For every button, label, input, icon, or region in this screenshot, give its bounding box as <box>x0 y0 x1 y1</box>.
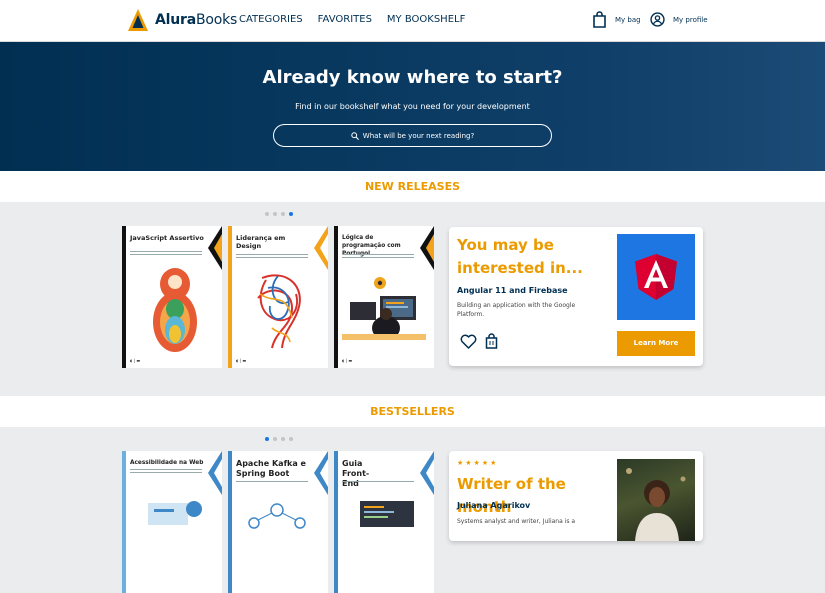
nav-categories[interactable]: CATEGORIES <box>239 14 303 25</box>
main-nav: CATEGORIES FAVORITES MY BOOKSHELF <box>239 14 465 25</box>
carousel-dot[interactable] <box>273 437 277 441</box>
learn-more-button[interactable]: Learn More <box>617 331 695 356</box>
recommended-book-description: Building an application with the Google … <box>457 302 576 318</box>
book-cover-lideranca-em-design[interactable]: Liderança em Design ◖ | ▬ <box>228 226 328 368</box>
cover-corner-decoration <box>420 226 434 270</box>
search-input[interactable]: What will be your next reading? <box>273 124 552 147</box>
logo-icon <box>128 9 148 31</box>
carousel-dot[interactable] <box>289 437 293 441</box>
book-subtitle-lines <box>236 254 308 260</box>
search-placeholder: What will be your next reading? <box>362 131 475 140</box>
new-releases-heading: NEW RELEASES <box>0 171 825 202</box>
book-spine <box>122 226 126 368</box>
book-spine <box>228 451 232 593</box>
abstract-head-illustration <box>257 274 301 349</box>
nav-my-bookshelf[interactable]: MY BOOKSHELF <box>387 14 465 25</box>
book-subtitle-lines <box>342 254 414 260</box>
my-profile-button[interactable]: My profile <box>650 11 708 28</box>
hero-banner: Already know where to start? Find in our… <box>0 42 825 171</box>
accessibility-illustration <box>148 501 202 525</box>
bestsellers-heading: BESTSELLERS <box>0 396 825 427</box>
book-cover-javascript-assertivo[interactable]: JavaScript Assertivo ◖ | ▬ <box>122 226 222 368</box>
new-releases-carousel-dots <box>265 212 293 216</box>
book-spine <box>334 226 338 368</box>
cover-corner-decoration <box>314 226 328 270</box>
heart-icon[interactable] <box>460 334 477 349</box>
brand-name: AluraBooks <box>155 12 238 28</box>
book-title: JavaScript Assertivo <box>130 234 204 242</box>
writer-photo <box>617 459 695 541</box>
carousel-dot-active[interactable] <box>265 437 269 441</box>
bag-icon <box>593 11 606 28</box>
programmer-desk-illustration <box>342 277 426 340</box>
bestsellers-carousel-dots <box>265 437 293 441</box>
carousel-dot[interactable] <box>281 437 285 441</box>
book-spine <box>122 451 126 593</box>
book-cover-guia-front-end[interactable]: Guia Front-End <box>334 451 434 593</box>
book-cover-apache-kafka[interactable]: Apache Kafka e Spring Boot <box>228 451 328 593</box>
my-bag-button[interactable]: My bag <box>592 11 641 28</box>
my-bag-label: My bag <box>615 15 641 24</box>
hero-title: Already know where to start? <box>262 67 563 88</box>
angular-logo-icon <box>635 254 677 300</box>
recommended-book-name: Angular 11 and Firebase <box>457 286 568 295</box>
book-title: Liderança em Design <box>236 234 286 250</box>
carousel-dot[interactable] <box>273 212 277 216</box>
writer-portrait-illustration <box>626 468 686 541</box>
carousel-dot-active[interactable] <box>289 212 293 216</box>
hero-subtitle: Find in our bookshelf what you need for … <box>295 102 530 111</box>
writer-name: Juliana Agarikov <box>457 501 531 510</box>
my-profile-label: My profile <box>673 15 708 24</box>
carousel-dot[interactable] <box>281 212 285 216</box>
top-header: AluraBooks CATEGORIES FAVORITES MY BOOKS… <box>0 0 825 42</box>
book-subtitle-lines <box>236 481 308 487</box>
book-title: Apache Kafka e Spring Boot <box>236 459 306 478</box>
code-editor-illustration <box>360 501 414 527</box>
book-cover-logica-de-programacao[interactable]: Lógica de programação com Portugol ◖ | ▬ <box>334 226 434 368</box>
carousel-dot[interactable] <box>265 212 269 216</box>
book-title: Acessibilidade na Web <box>130 460 204 466</box>
brand-logo[interactable]: AluraBooks <box>128 9 237 31</box>
nav-favorites[interactable]: FAVORITES <box>318 14 372 25</box>
recommendation-card: You may be interested in... Angular 11 a… <box>449 227 703 366</box>
cover-corner-decoration <box>208 451 222 495</box>
recommendation-heading: You may be interested in... <box>457 236 583 277</box>
publisher-logo: ◖ | ▬ <box>236 358 247 363</box>
cover-corner-decoration <box>420 451 434 495</box>
search-icon <box>351 131 359 140</box>
bag-icon[interactable] <box>485 333 498 349</box>
cover-corner-decoration <box>208 226 222 270</box>
profile-icon <box>650 12 665 27</box>
angular-book-cover[interactable] <box>617 234 695 320</box>
writer-description: Systems analyst and writer, Juliana is a <box>457 518 576 525</box>
book-subtitle-lines <box>130 251 202 257</box>
book-spine <box>228 226 232 368</box>
kafka-diagram-illustration <box>248 503 306 529</box>
publisher-logo: ◖ | ▬ <box>130 358 141 363</box>
book-cover-acessibilidade-na-web[interactable]: Acessibilidade na Web <box>122 451 222 593</box>
publisher-logo: ◖ | ▬ <box>342 358 353 363</box>
book-subtitle-lines <box>342 481 414 487</box>
rating-stars: ★★★★★ <box>457 459 499 467</box>
book-spine <box>334 451 338 593</box>
cover-corner-decoration <box>314 451 328 495</box>
writer-heading: Writer of the month <box>457 475 566 516</box>
matryoshka-illustration <box>153 268 197 352</box>
book-subtitle-lines <box>130 469 202 475</box>
